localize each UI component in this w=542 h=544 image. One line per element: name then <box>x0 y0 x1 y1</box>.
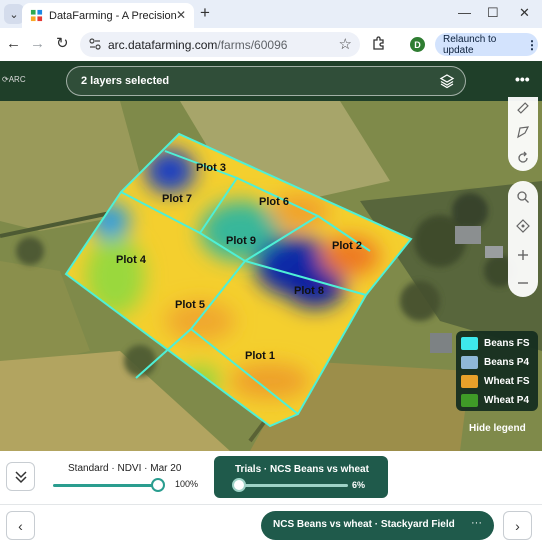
arc-logo[interactable]: ⟳ARC <box>2 75 26 84</box>
plot-8-label: Plot 8 <box>294 285 324 297</box>
chevron-right-icon: › <box>515 517 520 534</box>
standard-opacity-track[interactable] <box>53 484 159 487</box>
map-legend: Beans FS Beans P4 Wheat FS Wheat P4 <box>456 331 538 411</box>
back-icon[interactable]: ← <box>6 35 21 53</box>
bottom-panel: Standard · NDVI · Mar 20 100% Trials · N… <box>0 451 542 544</box>
plot-5-label: Plot 5 <box>175 299 205 311</box>
bookmark-star-icon[interactable]: ☆ <box>339 35 352 53</box>
next-button[interactable]: › <box>503 511 532 540</box>
browser-tab-bar: ⌄ DataFarming - A Precision Agri ✕ + — ☐… <box>0 0 542 28</box>
plot-7-label: Plot 7 <box>162 193 192 205</box>
legend-swatch <box>461 374 478 388</box>
trials-opacity-track[interactable] <box>237 484 348 487</box>
extensions-icon[interactable] <box>372 36 386 50</box>
chevron-left-icon: ‹ <box>18 517 23 534</box>
layers-icon <box>439 74 455 89</box>
legend-label: Beans FS <box>484 337 530 349</box>
site-info-icon[interactable] <box>89 38 101 50</box>
tab-search-button[interactable]: ⌄ <box>4 4 24 24</box>
relaunch-label: Relaunch to update <box>443 33 497 56</box>
profile-avatar[interactable]: D <box>410 37 425 52</box>
standard-opacity-value: 100% <box>175 479 199 489</box>
plot-6-label: Plot 6 <box>259 196 289 208</box>
app-area: Plot 3 Plot 7 Plot 6 Plot 9 Plot 2 Plot … <box>0 61 542 544</box>
legend-label: Beans P4 <box>484 356 530 368</box>
zoom-out-icon[interactable] <box>516 276 530 290</box>
trial-more-icon[interactable]: ··· <box>471 517 482 529</box>
trials-opacity-slider[interactable] <box>232 478 246 492</box>
legend-item: Wheat P4 <box>461 392 529 408</box>
draw-polygon-icon[interactable] <box>516 125 530 139</box>
legend-label: Wheat P4 <box>484 394 530 406</box>
reload-icon[interactable]: ↻ <box>56 35 69 53</box>
standard-layer-label: Standard · NDVI · Mar 20 <box>68 463 182 474</box>
rotate-icon[interactable] <box>516 151 530 165</box>
url-path: /farms/60096 <box>217 38 288 52</box>
zoom-tools-panel <box>508 181 538 297</box>
trials-opacity-value: 6% <box>352 480 366 490</box>
browser-tab[interactable]: DataFarming - A Precision Agri ✕ <box>22 3 194 28</box>
trial-name: NCS Beans vs wheat · Stackyard Field <box>273 519 455 530</box>
legend-item: Beans FS <box>461 335 530 351</box>
browser-toolbar: ← → ↻ arc.datafarming.com/farms/60096 ☆ … <box>0 28 542 61</box>
forward-icon[interactable]: → <box>30 35 45 53</box>
hide-legend-link[interactable]: Hide legend <box>469 423 526 434</box>
double-chevron-down-icon <box>15 471 27 484</box>
plot-9-label: Plot 9 <box>226 235 256 247</box>
plot-4-label: Plot 4 <box>116 254 147 266</box>
collapse-panel-button[interactable] <box>6 462 35 491</box>
legend-swatch <box>461 393 478 407</box>
map-tools-panel <box>508 97 538 171</box>
plot-2-label: Plot 2 <box>332 240 362 252</box>
layers-selected-label: 2 layers selected <box>81 75 170 87</box>
tab-title: DataFarming - A Precision Agri <box>49 9 179 22</box>
trial-selector[interactable]: NCS Beans vs wheat · Stackyard Field ··· <box>261 511 494 540</box>
previous-button[interactable]: ‹ <box>6 511 35 540</box>
address-bar[interactable]: arc.datafarming.com/farms/60096 ☆ <box>80 32 360 57</box>
relaunch-button[interactable]: Relaunch to update ⋮ <box>435 33 538 56</box>
plot-1-label: Plot 1 <box>245 350 275 362</box>
close-window-icon[interactable]: ✕ <box>519 5 530 21</box>
url-text: arc.datafarming.com/farms/60096 <box>108 38 287 52</box>
legend-item: Beans P4 <box>461 354 529 370</box>
zoom-in-icon[interactable] <box>516 248 530 262</box>
maximize-icon[interactable]: ☐ <box>487 5 499 21</box>
datafarming-favicon <box>30 9 43 22</box>
browser-menu-icon[interactable]: ⋮ <box>526 38 538 52</box>
trials-layer-card[interactable]: Trials · NCS Beans vs wheat 6% <box>214 456 388 498</box>
divider <box>0 504 542 505</box>
locate-icon[interactable] <box>516 219 530 233</box>
legend-item: Wheat FS <box>461 373 530 389</box>
legend-label: Wheat FS <box>484 375 530 387</box>
minimize-icon[interactable]: — <box>458 5 471 20</box>
new-tab-icon[interactable]: + <box>200 4 210 22</box>
more-options-icon[interactable]: ••• <box>515 71 530 87</box>
logo-text: ARC <box>8 75 26 84</box>
ruler-icon[interactable] <box>516 101 530 115</box>
trials-layer-label: Trials · NCS Beans vs wheat <box>235 464 369 475</box>
plot-3-label: Plot 3 <box>196 162 226 174</box>
legend-swatch <box>461 336 478 350</box>
search-icon[interactable] <box>516 190 530 204</box>
app-header: ⟳ARC 2 layers selected ••• <box>0 61 542 101</box>
legend-swatch <box>461 355 478 369</box>
url-host: arc.datafarming.com <box>108 38 218 52</box>
standard-opacity-slider[interactable] <box>151 478 165 492</box>
layer-selector[interactable]: 2 layers selected <box>66 66 466 96</box>
close-tab-icon[interactable]: ✕ <box>176 8 186 22</box>
